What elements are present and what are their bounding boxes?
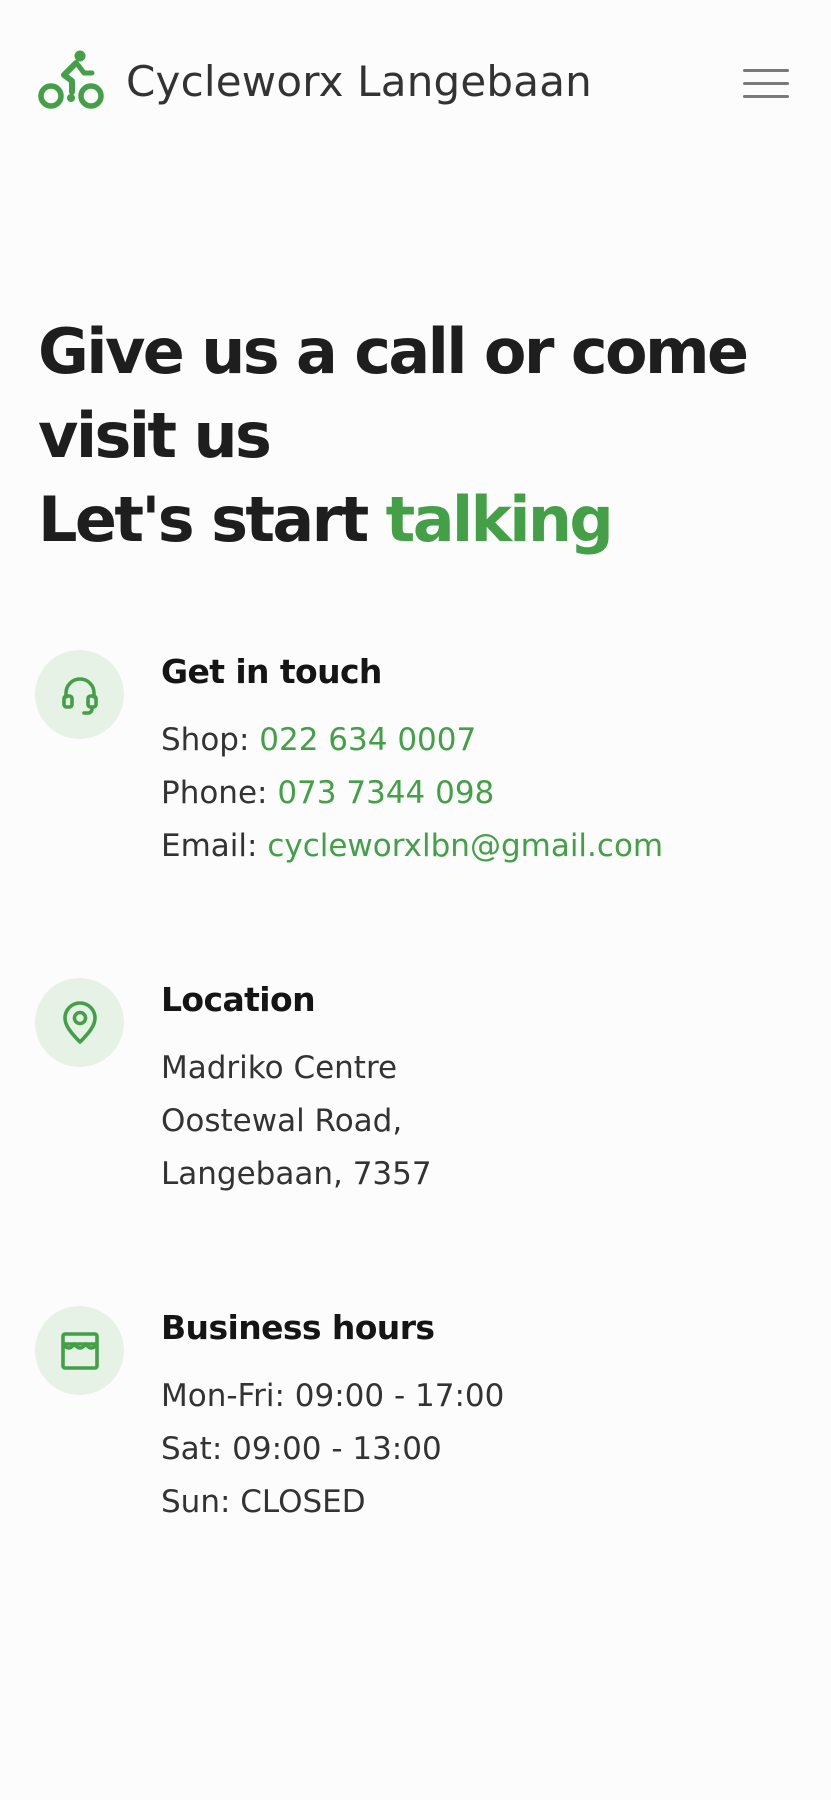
hours-lines: Mon-Fri: 09:00 - 17:00 Sat: 09:00 - 13:0… <box>161 1370 801 1529</box>
email-link[interactable]: cycleworxlbn@gmail.com <box>267 828 663 864</box>
hours-line: Sun: CLOSED <box>161 1484 366 1520</box>
address-line: Madriko Centre <box>161 1050 398 1086</box>
shop-phone-link[interactable]: 022 634 0007 <box>259 722 476 758</box>
storefront-icon <box>60 1331 99 1370</box>
location-text: Location Madriko Centre Oostewal Road, L… <box>161 978 801 1201</box>
title-line-2-prefix: Let's start <box>38 483 386 556</box>
email-label: Email: <box>161 828 268 864</box>
hours-line: Sat: 09:00 - 13:00 <box>161 1431 442 1467</box>
title-line-1: Give us a call or come visit us <box>38 315 749 472</box>
headset-icon <box>61 676 98 715</box>
contact-text: Get in touch Shop: 022 634 0007 Phone: 0… <box>161 650 801 873</box>
page-title: Give us a call or come visit us Let's sta… <box>38 310 798 562</box>
email-line: Email: cycleworxlbn@gmail.com <box>161 820 801 873</box>
address-lines: Madriko Centre Oostewal Road, Langebaan,… <box>161 1042 801 1201</box>
contact-title: Get in touch <box>161 652 382 691</box>
location-title: Location <box>161 980 316 1019</box>
brand-link[interactable]: Cycleworx Langebaan <box>38 48 592 114</box>
shop-phone-line: Shop: 022 634 0007 <box>161 714 801 767</box>
hours-line: Mon-Fri: 09:00 - 17:00 <box>161 1378 505 1414</box>
contact-lines: Shop: 022 634 0007 Phone: 073 7344 098 E… <box>161 714 801 873</box>
brand-name: Cycleworx Langebaan <box>126 56 592 106</box>
address-line: Oostewal Road, <box>161 1103 403 1139</box>
navbar: Cycleworx Langebaan <box>0 0 831 168</box>
hours-icon-circle <box>35 1306 124 1395</box>
phone-label: Phone: <box>161 775 278 811</box>
hours-text: Business hours Mon-Fri: 09:00 - 17:00 Sa… <box>161 1306 801 1529</box>
address-line: Langebaan, 7357 <box>161 1156 432 1192</box>
mobile-phone-link[interactable]: 073 7344 098 <box>277 775 494 811</box>
mobile-phone-line: Phone: 073 7344 098 <box>161 767 801 820</box>
hamburger-menu-icon[interactable] <box>743 66 789 102</box>
cyclist-icon <box>38 50 104 109</box>
contact-icon-circle <box>35 650 124 739</box>
hours-title: Business hours <box>161 1308 435 1347</box>
shop-label: Shop: <box>161 722 260 758</box>
location-icon-circle <box>35 978 124 1067</box>
map-pin-icon <box>62 1000 97 1044</box>
title-highlight: talking <box>385 483 614 556</box>
